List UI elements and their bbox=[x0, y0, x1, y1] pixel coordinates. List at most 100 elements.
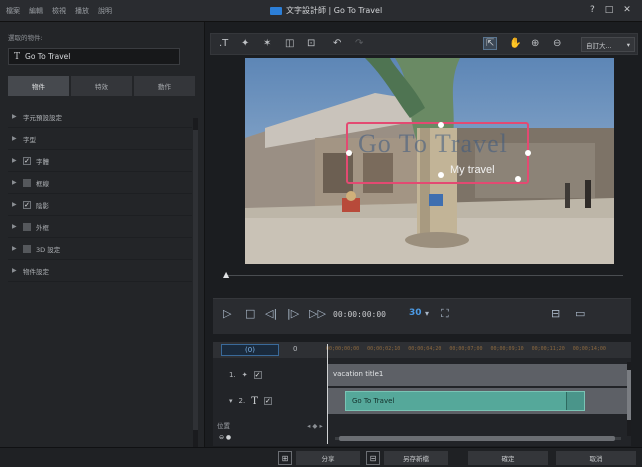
select-tool-icon[interactable]: ⇱ bbox=[483, 37, 498, 50]
text-clip[interactable]: Go To Travel bbox=[345, 391, 585, 411]
chevron-down-icon[interactable]: ▾ bbox=[425, 309, 429, 318]
border-checkbox[interactable] bbox=[23, 178, 31, 187]
clip-end-handle[interactable] bbox=[566, 392, 584, 410]
share-button[interactable]: 分享 bbox=[296, 451, 360, 465]
outline-checkbox[interactable] bbox=[23, 222, 31, 231]
play-icon[interactable]: ▷ bbox=[223, 307, 231, 320]
object-name-value: Go To Travel bbox=[25, 52, 71, 61]
prop-3d-settings[interactable]: ▶ 3D 設定 bbox=[8, 238, 192, 260]
ruler-tick: 00;00;14;00 bbox=[572, 346, 606, 352]
resize-handle[interactable] bbox=[346, 150, 352, 156]
track-1-label: vacation title1 bbox=[333, 370, 384, 378]
previous-frame-icon[interactable]: ◁| bbox=[265, 307, 277, 320]
background-icon[interactable]: ◫ bbox=[285, 38, 294, 49]
3d-checkbox[interactable] bbox=[23, 244, 31, 253]
resize-handle[interactable] bbox=[438, 172, 444, 178]
video-preview[interactable]: Go To Travel My travel bbox=[245, 58, 614, 264]
insert-text-icon[interactable]: .T bbox=[219, 38, 228, 49]
preview-scrubber[interactable]: ▲ bbox=[213, 270, 631, 282]
stop-icon[interactable]: □ bbox=[245, 307, 255, 320]
overlay-subtitle-text: My travel bbox=[450, 164, 495, 176]
timeline-ruler[interactable]: 00;00;00;00 00;00;02;10 00;00;04;20 00;0… bbox=[326, 346, 606, 352]
scrubber-knob-icon[interactable]: ▲ bbox=[223, 270, 229, 279]
redo-icon[interactable]: ↷ bbox=[355, 38, 363, 49]
insert-particle-icon[interactable]: ✦ bbox=[241, 38, 249, 49]
prop-font[interactable]: ▶ 字型 bbox=[8, 128, 192, 150]
expand-arrow-icon: ▶ bbox=[12, 179, 17, 186]
zoom-select[interactable]: 自訂大... ▾ bbox=[581, 37, 635, 52]
expand-arrow-icon: ▶ bbox=[12, 245, 17, 252]
track-1-lane[interactable]: vacation title1 bbox=[327, 364, 627, 386]
next-frame-icon[interactable]: |▷ bbox=[287, 307, 299, 320]
vscroll-thumb[interactable] bbox=[627, 370, 631, 420]
save-icon[interactable]: ⊟ bbox=[366, 451, 380, 465]
selected-object-label: 選取的物件: bbox=[8, 34, 43, 42]
grid-icon[interactable]: ▭ bbox=[575, 307, 585, 320]
resize-handle[interactable] bbox=[525, 150, 531, 156]
undo-icon[interactable]: ↶ bbox=[333, 38, 341, 49]
timeline-header: (0) 0 00;00;00;00 00;00;02;10 00;00;04;2… bbox=[213, 342, 631, 358]
menu-edit[interactable]: 編輯 bbox=[29, 6, 43, 16]
prop-outline[interactable]: ▶ 外框 bbox=[8, 216, 192, 238]
resize-handle[interactable] bbox=[438, 122, 444, 128]
prop-object-settings[interactable]: ▶ 物件設定 bbox=[8, 260, 192, 282]
shadow-checkbox[interactable]: ✓ bbox=[23, 200, 31, 209]
tab-motion[interactable]: 動作 bbox=[134, 76, 195, 96]
help-button[interactable]: ? bbox=[590, 5, 595, 15]
timeline-vscroll[interactable] bbox=[627, 362, 631, 436]
share-icon[interactable]: ⊞ bbox=[278, 451, 292, 465]
menu-file[interactable]: 檔案 bbox=[6, 6, 20, 16]
menu-play[interactable]: 播放 bbox=[75, 6, 89, 16]
track-header-1[interactable]: 1. ✦ ✓ bbox=[213, 364, 325, 386]
fps-selector[interactable]: 30 bbox=[409, 308, 422, 318]
expand-arrow-icon: ▶ bbox=[12, 267, 17, 274]
timecode[interactable]: 00:00:00:00 bbox=[333, 310, 386, 319]
menu-bar: 檔案 編輯 檢視 播放 說明 bbox=[6, 6, 112, 16]
expand-arrow-icon: ▶ bbox=[12, 201, 17, 208]
prop-character-presets[interactable]: ▶ 字元預設設定 bbox=[8, 106, 192, 128]
resize-handle[interactable] bbox=[515, 176, 521, 182]
track-2-lane[interactable]: Go To Travel bbox=[327, 388, 627, 414]
prop-border[interactable]: ▶ 框線 bbox=[8, 172, 192, 194]
playhead[interactable] bbox=[327, 344, 328, 444]
delete-icon[interactable]: ⊡ bbox=[307, 38, 315, 49]
menu-help[interactable]: 說明 bbox=[98, 6, 112, 16]
hscroll-thumb[interactable] bbox=[339, 436, 615, 441]
ok-button[interactable]: 確定 bbox=[468, 451, 548, 465]
insert-image-icon[interactable]: ✶ bbox=[263, 38, 271, 49]
zoom-slider-icon[interactable]: ⊖ ● bbox=[219, 434, 231, 441]
track-visibility-checkbox[interactable]: ✓ bbox=[263, 397, 272, 405]
track-header-2[interactable]: ▾ 2. T ✓ bbox=[213, 390, 325, 412]
timeline-hscroll[interactable]: ⊖ ● bbox=[217, 434, 625, 442]
expand-arrow-icon: ▶ bbox=[12, 223, 17, 230]
menu-view[interactable]: 檢視 bbox=[52, 6, 66, 16]
cancel-button[interactable]: 取消 bbox=[556, 451, 636, 465]
tab-object[interactable]: 物件 bbox=[8, 76, 69, 96]
face-checkbox[interactable]: ✓ bbox=[23, 156, 31, 165]
track-visibility-checkbox[interactable]: ✓ bbox=[253, 371, 262, 379]
zoom-in-icon[interactable]: ⊕ bbox=[531, 38, 539, 49]
fast-forward-icon[interactable]: ▷▷ bbox=[309, 307, 326, 320]
safe-zone-icon[interactable]: ⊟ bbox=[551, 307, 560, 320]
text-track-icon: T bbox=[251, 395, 258, 407]
properties-scrollbar[interactable] bbox=[193, 118, 198, 467]
hand-tool-icon[interactable]: ✋ bbox=[509, 38, 521, 49]
timeline-tab-2[interactable]: 0 bbox=[293, 345, 297, 353]
zoom-value: 自訂大... bbox=[586, 41, 612, 50]
expand-arrow-icon[interactable]: ▾ bbox=[229, 397, 233, 405]
maximize-button[interactable]: □ bbox=[605, 5, 614, 15]
zoom-out-icon[interactable]: ⊖ bbox=[553, 38, 561, 49]
scrollbar-thumb[interactable] bbox=[193, 130, 198, 430]
timeline-keyframe-tab[interactable]: (0) bbox=[221, 344, 279, 356]
scrubber-track bbox=[227, 275, 623, 276]
prop-label: 物件設定 bbox=[23, 267, 49, 276]
window-title-text: 文字設計師 | Go To Travel bbox=[286, 6, 383, 15]
object-name-field[interactable]: T Go To Travel bbox=[8, 48, 180, 65]
prop-shadow[interactable]: ▶ ✓ 陰影 bbox=[8, 194, 192, 216]
keyframe-nav-icon[interactable]: ◂ ◆ ▸ bbox=[307, 422, 323, 430]
tab-effects[interactable]: 特效 bbox=[71, 76, 132, 96]
save-as-button[interactable]: 另存新檔 bbox=[384, 451, 448, 465]
close-button[interactable]: ✕ bbox=[623, 5, 631, 15]
fullscreen-icon[interactable]: ⛶ bbox=[441, 307, 449, 321]
prop-face[interactable]: ▶ ✓ 字體 bbox=[8, 150, 192, 172]
